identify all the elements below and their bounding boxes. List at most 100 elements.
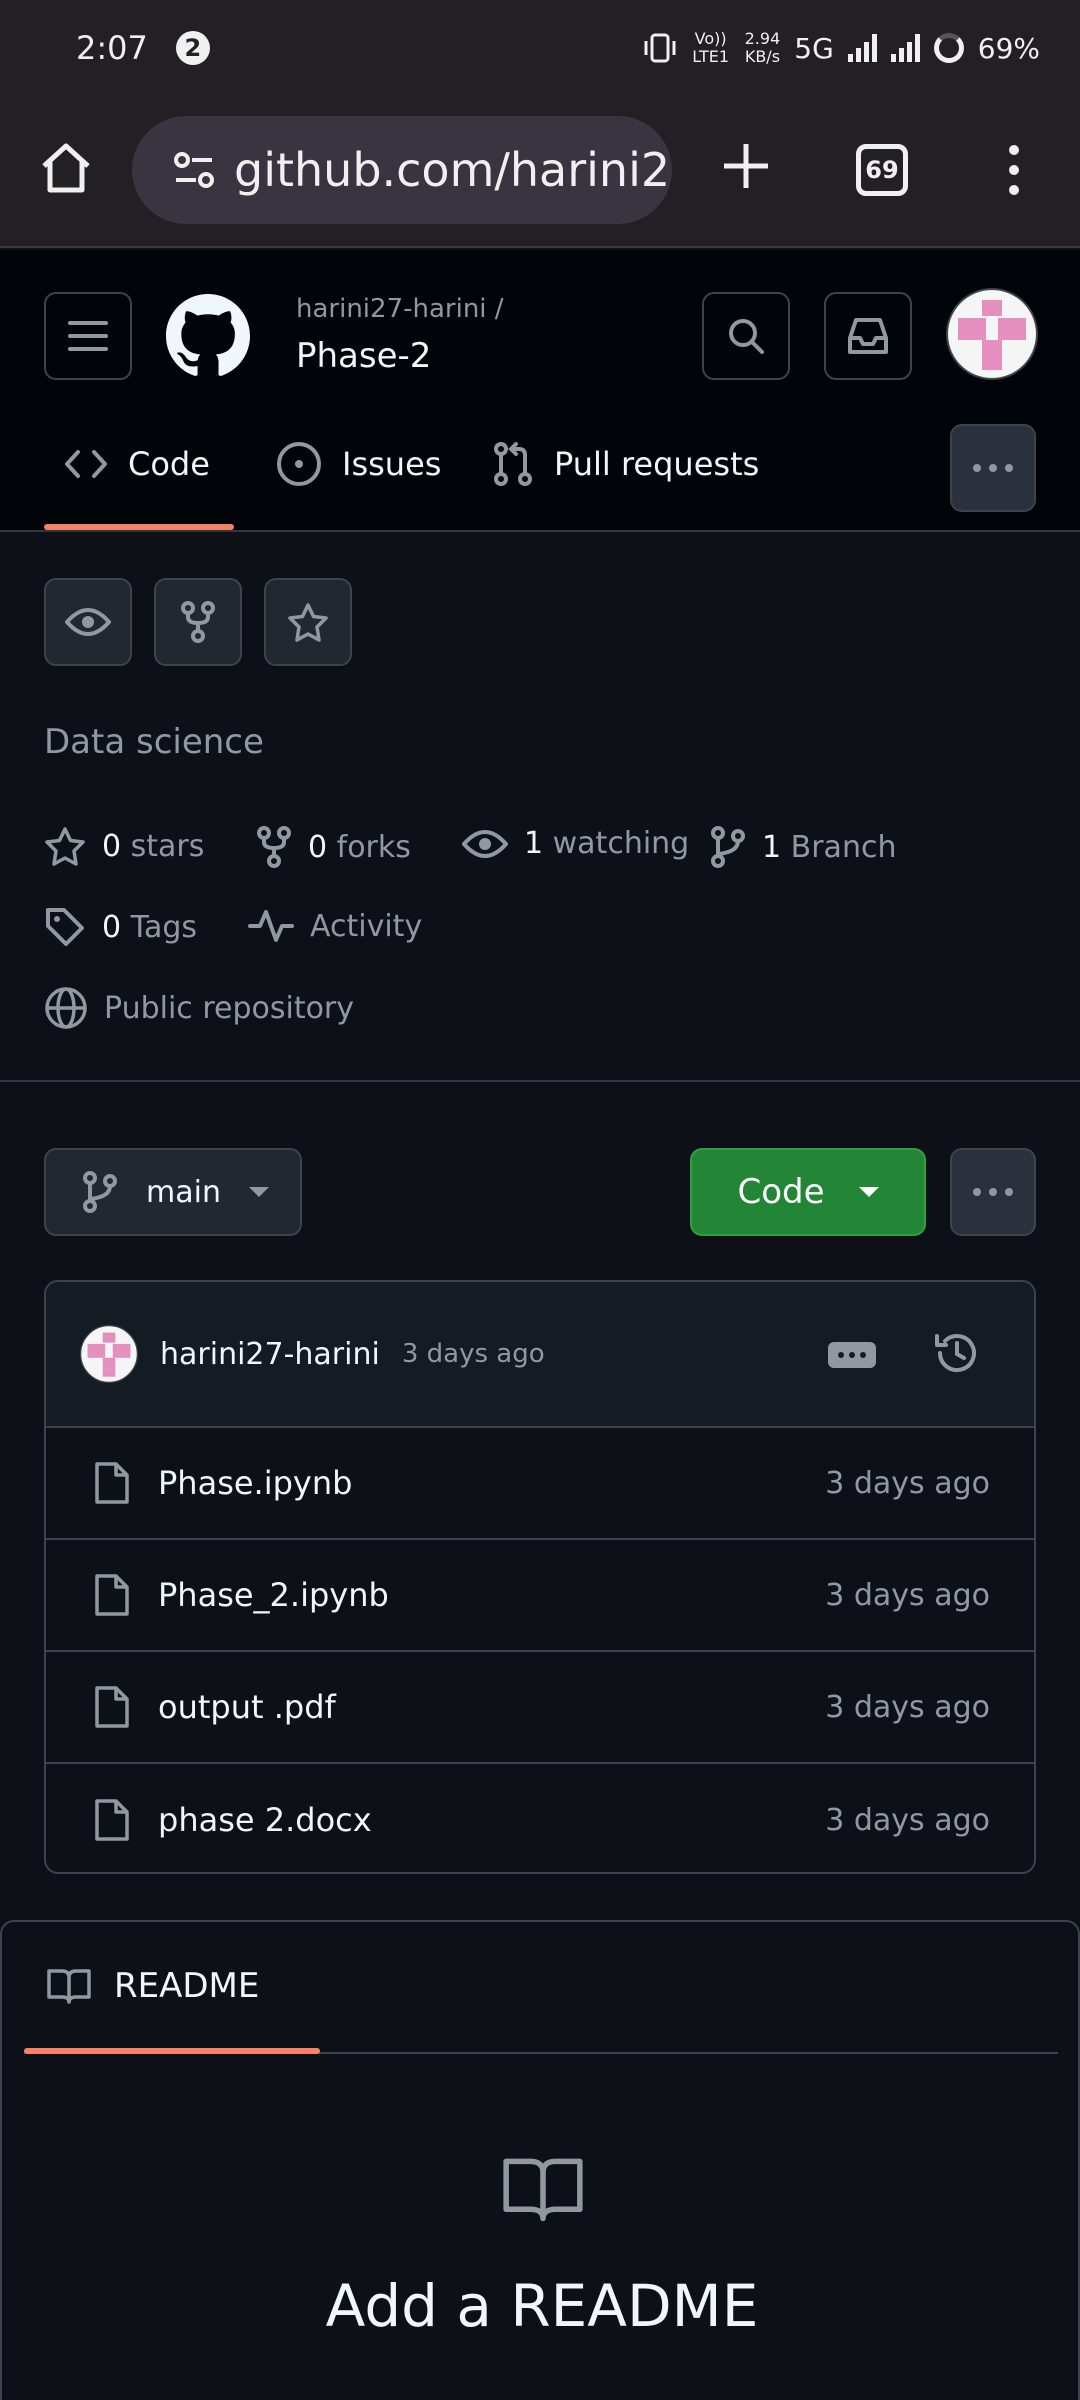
browser-menu-icon[interactable] <box>996 140 1032 200</box>
tag-icon <box>46 908 84 946</box>
globe-icon <box>45 987 87 1029</box>
latest-commit-row: harini27-harini 3 days ago <box>46 1282 1034 1428</box>
chevron-down-icon <box>858 1187 879 1197</box>
status-time: 2:07 <box>76 29 148 67</box>
network-type: 5G <box>794 31 834 65</box>
status-bar: 2:07 2 Vo)) LTE1 2.94 KB/s 5G 69% <box>0 0 1080 96</box>
visibility-label: Public repository <box>104 990 355 1026</box>
file-row[interactable]: output .pdf 3 days ago <box>46 1652 1034 1764</box>
commit-message-toggle[interactable] <box>828 1342 876 1368</box>
address-bar[interactable]: github.com/harini27- <box>132 116 672 224</box>
file-time: 3 days ago <box>825 1802 990 1838</box>
speed-value: 2.94 <box>744 29 781 48</box>
readme-panel: README Add a README <box>0 1920 1080 2400</box>
code-button-label: Code <box>737 1172 825 1212</box>
activity-link[interactable]: Activity <box>248 906 422 946</box>
tab-code-label: Code <box>128 445 210 483</box>
signal-icon-2 <box>890 34 920 62</box>
pulse-icon <box>248 910 294 942</box>
branch-name: main <box>146 1174 221 1210</box>
history-icon[interactable] <box>932 1328 982 1378</box>
tab-pull-requests-label: Pull requests <box>554 445 760 483</box>
activity-label: Activity <box>310 908 423 944</box>
repo-description: Data science <box>44 722 264 762</box>
file-icon <box>95 1462 129 1504</box>
forks-link[interactable]: 0 forks <box>256 826 411 868</box>
commit-time: 3 days ago <box>401 1339 545 1369</box>
tags-link[interactable]: 0 Tags <box>44 906 197 948</box>
visibility-info: Public repository <box>44 986 354 1030</box>
file-time: 3 days ago <box>825 1465 990 1501</box>
tab-code[interactable]: Code <box>64 426 210 502</box>
tags-label: Tags <box>130 909 198 945</box>
star-icon <box>45 827 85 866</box>
forks-label: forks <box>336 829 411 865</box>
file-name[interactable]: Phase.ipynb <box>158 1464 352 1502</box>
stars-count: 0 <box>102 828 122 864</box>
inbox-button[interactable] <box>824 292 912 380</box>
branch-icon <box>711 826 745 868</box>
search-button[interactable] <box>702 292 790 380</box>
branch-count: 1 <box>762 829 782 865</box>
watching-link[interactable]: 1 watching <box>462 826 689 861</box>
tab-pull-requests[interactable]: Pull requests <box>492 426 759 502</box>
add-readme-heading: Add a README <box>325 2272 759 2340</box>
file-row[interactable]: Phase_2.ipynb 3 days ago <box>46 1540 1034 1652</box>
network-speed: 2.94 KB/s <box>745 30 781 66</box>
file-row[interactable]: Phase.ipynb 3 days ago <box>46 1428 1034 1540</box>
branch-label: Branch <box>790 829 897 865</box>
status-icons: Vo)) LTE1 2.94 KB/s 5G 69% <box>643 30 1040 66</box>
fork-icon <box>181 601 215 643</box>
readme-tab[interactable]: README <box>46 1966 259 2006</box>
home-icon[interactable] <box>38 140 94 196</box>
more-tabs-button[interactable] <box>950 424 1036 512</box>
eye-icon <box>65 608 111 636</box>
stars-link[interactable]: 0 stars <box>44 826 204 866</box>
code-icon <box>65 450 107 478</box>
signal-icon-1 <box>847 34 877 62</box>
file-name[interactable]: phase 2.docx <box>158 1801 372 1839</box>
watching-label: watching <box>552 826 690 861</box>
file-icon <box>95 1686 129 1728</box>
branches-link[interactable]: 1 Branch <box>710 826 896 868</box>
watching-count: 1 <box>524 826 544 861</box>
commit-author[interactable]: harini27-harini <box>160 1337 380 1372</box>
forks-count: 0 <box>308 829 328 865</box>
url-text[interactable]: github.com/harini27- <box>234 143 672 197</box>
notification-badge: 2 <box>175 31 210 65</box>
stars-label: stars <box>130 828 205 864</box>
active-tab-indicator <box>44 524 234 530</box>
tab-issues[interactable]: Issues <box>276 426 441 502</box>
issue-icon <box>277 442 321 486</box>
fork-icon <box>257 826 291 868</box>
file-row[interactable]: phase 2.docx 3 days ago <box>46 1764 1034 1872</box>
github-header: harini27-harini / Phase-2 Code Issues Pu… <box>0 250 1080 532</box>
user-avatar[interactable] <box>946 288 1038 380</box>
new-tab-icon[interactable] <box>716 136 776 196</box>
star-icon <box>288 603 328 642</box>
hamburger-icon <box>68 321 108 351</box>
site-settings-icon[interactable] <box>172 148 216 192</box>
file-name[interactable]: Phase_2.ipynb <box>158 1576 389 1614</box>
commit-author-avatar[interactable] <box>80 1325 138 1383</box>
file-name[interactable]: output .pdf <box>158 1688 336 1726</box>
volte-indicator: Vo)) LTE1 <box>692 29 730 66</box>
readme-active-indicator <box>24 2048 320 2054</box>
hamburger-menu-button[interactable] <box>44 292 132 380</box>
section-divider <box>0 1080 1080 1082</box>
repo-owner-link[interactable]: harini27-harini / <box>296 294 504 324</box>
github-logo-icon[interactable] <box>166 294 250 378</box>
star-button[interactable] <box>264 578 352 666</box>
tags-count: 0 <box>102 909 122 945</box>
more-actions-button[interactable] <box>950 1148 1036 1236</box>
file-time: 3 days ago <box>825 1577 990 1613</box>
repo-name-link[interactable]: Phase-2 <box>296 336 431 376</box>
branch-selector[interactable]: main <box>44 1148 302 1236</box>
watch-button[interactable] <box>44 578 132 666</box>
fork-button[interactable] <box>154 578 242 666</box>
book-icon <box>498 2154 588 2224</box>
speed-unit: KB/s <box>744 47 781 66</box>
battery-level: 69% <box>977 31 1040 65</box>
code-button[interactable]: Code <box>690 1148 926 1236</box>
tab-switcher-button[interactable]: 69 <box>856 144 908 196</box>
